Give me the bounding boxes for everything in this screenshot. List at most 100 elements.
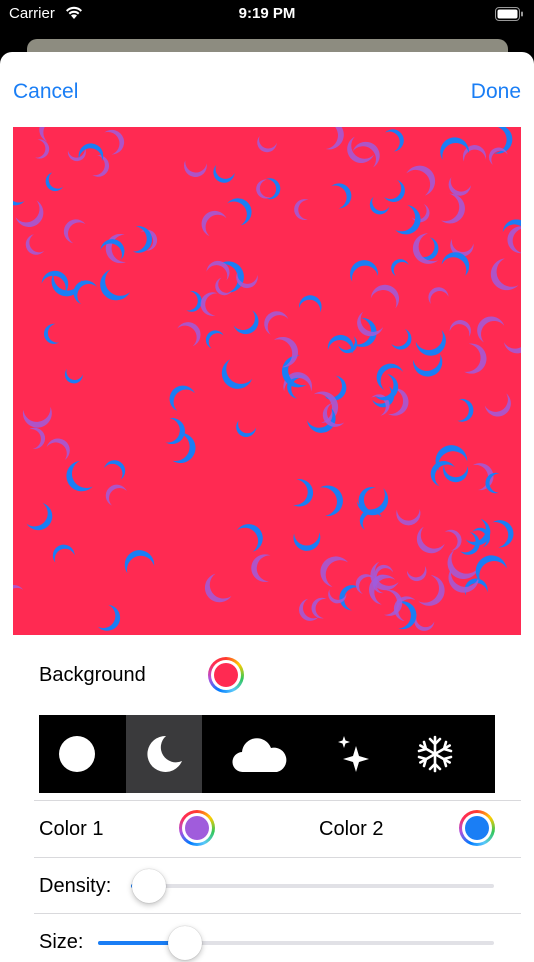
moon-shape — [64, 368, 83, 384]
moon-shape — [78, 143, 104, 161]
moon-shape — [92, 155, 110, 177]
background-color-dot — [214, 663, 238, 687]
moon-shape — [29, 427, 46, 449]
moon-shape — [299, 295, 322, 313]
moon-shape — [215, 277, 232, 296]
shape-snowflake-button[interactable] — [397, 715, 473, 793]
moon-shape — [448, 177, 471, 196]
moon-shape — [391, 328, 412, 350]
background-color-well[interactable] — [208, 657, 244, 693]
moon-shape — [292, 479, 314, 507]
moon-shape — [294, 199, 309, 220]
moon-shape — [66, 460, 93, 492]
moon-shape — [184, 160, 207, 177]
shape-circle-button[interactable] — [39, 715, 115, 793]
sparkles-icon — [338, 736, 369, 772]
moon-shape — [265, 178, 281, 200]
moon-shape — [26, 502, 53, 531]
moon-shape — [352, 141, 380, 168]
shape-sparkles-button[interactable] — [316, 715, 392, 793]
moon-shape — [13, 182, 25, 206]
clock: 9:19 PM — [238, 5, 296, 22]
moon-shape — [331, 183, 352, 209]
moon-shape — [236, 420, 257, 437]
moon-shape — [25, 234, 45, 255]
moon-shape — [204, 573, 232, 603]
moon-shape — [313, 391, 339, 423]
moon-shape — [322, 127, 344, 150]
moon-shape — [45, 172, 64, 192]
moon-shape — [406, 165, 436, 196]
density-label: Density: — [39, 875, 112, 897]
battery-icon — [495, 7, 524, 25]
done-button[interactable]: Done — [471, 80, 521, 104]
moon-shape — [339, 585, 361, 611]
moon-shape — [22, 406, 52, 428]
shape-moon-button[interactable] — [126, 715, 202, 793]
color1-well[interactable] — [179, 810, 215, 846]
moon-shape — [233, 310, 259, 335]
circle-icon — [59, 736, 95, 772]
moon-shape — [428, 287, 449, 305]
color2-well[interactable] — [459, 810, 495, 846]
moon-shape — [97, 604, 121, 631]
moon-shape — [441, 193, 465, 224]
moon-shape — [472, 463, 494, 491]
moon-shape — [490, 258, 519, 291]
cloud-icon — [232, 738, 287, 773]
wallpaper-preview — [13, 127, 521, 635]
cancel-button[interactable]: Cancel — [13, 80, 78, 104]
moon-shape — [320, 556, 349, 587]
color1-label: Color 1 — [39, 818, 104, 840]
moon-shape — [384, 129, 404, 152]
moon-shape — [124, 550, 155, 574]
moon-shape — [416, 526, 445, 554]
moon-shape — [415, 330, 446, 356]
color1-dot — [185, 816, 209, 840]
moon-shape — [376, 363, 404, 390]
moon-shape — [464, 343, 487, 374]
shape-cloud-button[interactable] — [222, 715, 298, 793]
moon-shape — [395, 205, 421, 235]
moon-shape — [484, 393, 511, 417]
moon-shape — [46, 438, 70, 461]
snowflake-icon — [417, 735, 453, 773]
moon-shape — [369, 196, 390, 215]
moon-shape — [104, 460, 126, 480]
moon-shape — [67, 147, 86, 162]
moon-shape — [327, 334, 354, 354]
moon-shape — [132, 226, 152, 253]
moon-shape — [201, 210, 227, 237]
moon-shape — [251, 554, 271, 582]
divider — [34, 800, 521, 801]
moon-icon — [147, 735, 182, 772]
moon-shape — [393, 596, 416, 621]
density-slider-thumb[interactable] — [132, 869, 167, 903]
moon-shape — [165, 418, 185, 445]
moon-shape — [477, 316, 505, 343]
moon-shape — [52, 544, 75, 563]
shape-picker — [39, 715, 495, 793]
moon-shape — [374, 373, 399, 401]
moon-shape — [485, 472, 500, 494]
density-slider-track[interactable] — [131, 884, 494, 888]
moon-shape — [227, 198, 252, 226]
moon-shape — [328, 589, 347, 604]
divider — [34, 857, 521, 858]
moon-shape — [407, 565, 427, 582]
moon-shape — [237, 524, 263, 552]
moon-shape — [213, 164, 235, 183]
moon-shape — [492, 127, 513, 154]
moon-shape — [257, 136, 277, 153]
moon-shape — [63, 219, 86, 244]
moon-shape — [221, 359, 253, 389]
color2-dot — [465, 816, 489, 840]
size-slider-thumb[interactable] — [168, 926, 203, 960]
color2-label: Color 2 — [319, 818, 384, 840]
moon-shape — [105, 484, 127, 506]
editor-sheet: Cancel Done Background Color 1 Color 2 D… — [0, 52, 534, 962]
moon-shape — [457, 398, 474, 422]
moon-shape — [384, 179, 405, 203]
moon-shape — [293, 532, 321, 551]
moon-shape — [347, 136, 374, 163]
